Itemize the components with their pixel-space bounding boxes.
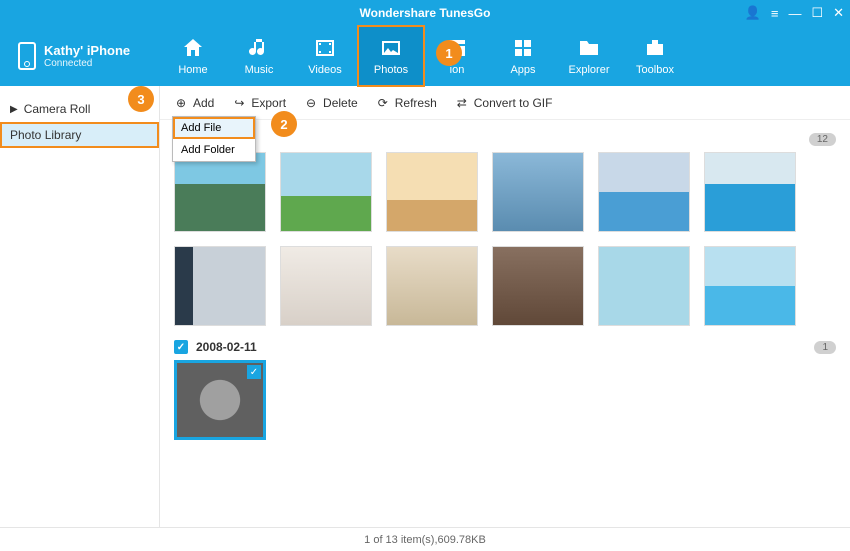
- nav-label: Home: [178, 64, 207, 76]
- photo-thumb[interactable]: [280, 152, 372, 232]
- main-nav: Home Music Videos Photos ion Apps Explor…: [160, 26, 688, 86]
- toolbar: ⊕ Add ↪ Export ⊖ Delete ⟳ Refresh ⇄ Conv…: [160, 86, 850, 120]
- nav-label: Photos: [374, 64, 408, 76]
- sidebar-item-label: Photo Library: [10, 128, 81, 142]
- nav-label: Videos: [308, 64, 341, 76]
- photo-thumb[interactable]: [492, 152, 584, 232]
- tool-label: Add: [193, 96, 214, 110]
- device-text: Kathy' iPhone Connected: [44, 43, 130, 69]
- dropdown-add-folder[interactable]: Add Folder: [173, 139, 255, 161]
- export-button[interactable]: ↪ Export: [232, 96, 286, 110]
- delete-button[interactable]: ⊖ Delete: [304, 96, 358, 110]
- photo-thumb[interactable]: [386, 246, 478, 326]
- menu-icon[interactable]: ≡: [771, 6, 779, 21]
- sidebar-item-photo-library[interactable]: Photo Library: [0, 122, 159, 148]
- nav-photos[interactable]: Photos: [358, 26, 424, 86]
- photo-icon: [379, 36, 403, 60]
- tool-label: Convert to GIF: [474, 96, 553, 110]
- swap-icon: ⇄: [455, 96, 469, 110]
- photo-thumb[interactable]: [174, 246, 266, 326]
- refresh-icon: ⟳: [376, 96, 390, 110]
- body: ▶ Camera Roll Photo Library ⊕ Add ↪ Expo…: [0, 86, 850, 527]
- group-count: 1: [814, 341, 836, 354]
- plus-icon: ⊕: [174, 96, 188, 110]
- photo-thumb[interactable]: [492, 246, 584, 326]
- sidebar-item-label: Camera Roll: [24, 102, 91, 116]
- nav-toolbox[interactable]: Toolbox: [622, 26, 688, 86]
- callout-1: 1: [436, 40, 462, 66]
- nav-label: Explorer: [569, 64, 610, 76]
- nav-label: Music: [245, 64, 274, 76]
- photo-content: 12 ✓ 2008-02-11 1: [160, 120, 850, 527]
- add-dropdown: Add File Add Folder: [172, 116, 256, 162]
- nav-apps[interactable]: Apps: [490, 26, 556, 86]
- main-panel: ⊕ Add ↪ Export ⊖ Delete ⟳ Refresh ⇄ Conv…: [160, 86, 850, 527]
- callout-3: 3: [128, 86, 154, 112]
- apps-icon: [511, 36, 535, 60]
- group-header-2: ✓ 2008-02-11 1: [174, 340, 836, 354]
- device-status: Connected: [44, 58, 130, 69]
- add-button[interactable]: ⊕ Add: [174, 96, 214, 110]
- nav-label: Toolbox: [636, 64, 674, 76]
- nav-videos[interactable]: Videos: [292, 26, 358, 86]
- tool-label: Refresh: [395, 96, 437, 110]
- window-controls: 👤 ≡ — ☐ ✕: [745, 0, 844, 26]
- photo-grid-2: ✓: [174, 360, 836, 440]
- music-icon: [247, 36, 271, 60]
- export-icon: ↪: [232, 96, 246, 110]
- user-icon[interactable]: 👤: [745, 5, 761, 21]
- nav-explorer[interactable]: Explorer: [556, 26, 622, 86]
- photo-thumb[interactable]: [386, 152, 478, 232]
- group-count: 12: [809, 133, 836, 146]
- status-bar: 1 of 13 item(s),609.78KB: [0, 527, 850, 551]
- maximize-button[interactable]: ☐: [811, 5, 823, 21]
- tool-label: Delete: [323, 96, 358, 110]
- home-icon: [181, 36, 205, 60]
- chevron-right-icon: ▶: [10, 104, 18, 115]
- titlebar: Wondershare TunesGo 👤 ≡ — ☐ ✕: [0, 0, 850, 26]
- device-block[interactable]: Kathy' iPhone Connected: [0, 42, 160, 70]
- sidebar: ▶ Camera Roll Photo Library: [0, 86, 160, 527]
- photo-thumb-selected[interactable]: ✓: [174, 360, 266, 440]
- status-text: 1 of 13 item(s),609.78KB: [364, 534, 486, 546]
- check-icon: ✓: [247, 365, 261, 379]
- minus-icon: ⊖: [304, 96, 318, 110]
- device-name: Kathy' iPhone: [44, 43, 130, 58]
- photo-thumb[interactable]: [174, 152, 266, 232]
- nav-home[interactable]: Home: [160, 26, 226, 86]
- photo-thumb[interactable]: [704, 152, 796, 232]
- nav-label: Apps: [510, 64, 535, 76]
- group-header-1: 12: [174, 132, 836, 146]
- refresh-button[interactable]: ⟳ Refresh: [376, 96, 437, 110]
- folder-icon: [577, 36, 601, 60]
- nav-music[interactable]: Music: [226, 26, 292, 86]
- group-select[interactable]: ✓ 2008-02-11: [174, 340, 257, 354]
- close-button[interactable]: ✕: [833, 5, 844, 21]
- photo-thumb[interactable]: [598, 246, 690, 326]
- tool-label: Export: [251, 96, 286, 110]
- photo-thumb[interactable]: [280, 246, 372, 326]
- video-icon: [313, 36, 337, 60]
- minimize-button[interactable]: —: [788, 6, 801, 21]
- phone-icon: [18, 42, 36, 70]
- callout-2: 2: [271, 111, 297, 137]
- app-title: Wondershare TunesGo: [360, 6, 491, 20]
- convert-gif-button[interactable]: ⇄ Convert to GIF: [455, 96, 553, 110]
- group-date: 2008-02-11: [196, 340, 257, 354]
- toolbox-icon: [643, 36, 667, 60]
- dropdown-add-file[interactable]: Add File: [173, 117, 255, 139]
- photo-thumb[interactable]: [704, 246, 796, 326]
- photo-grid-1: [174, 152, 836, 326]
- nav-label: ion: [450, 64, 465, 76]
- photo-thumb[interactable]: [598, 152, 690, 232]
- checkbox-checked[interactable]: ✓: [174, 340, 188, 354]
- header: Kathy' iPhone Connected Home Music Video…: [0, 26, 850, 86]
